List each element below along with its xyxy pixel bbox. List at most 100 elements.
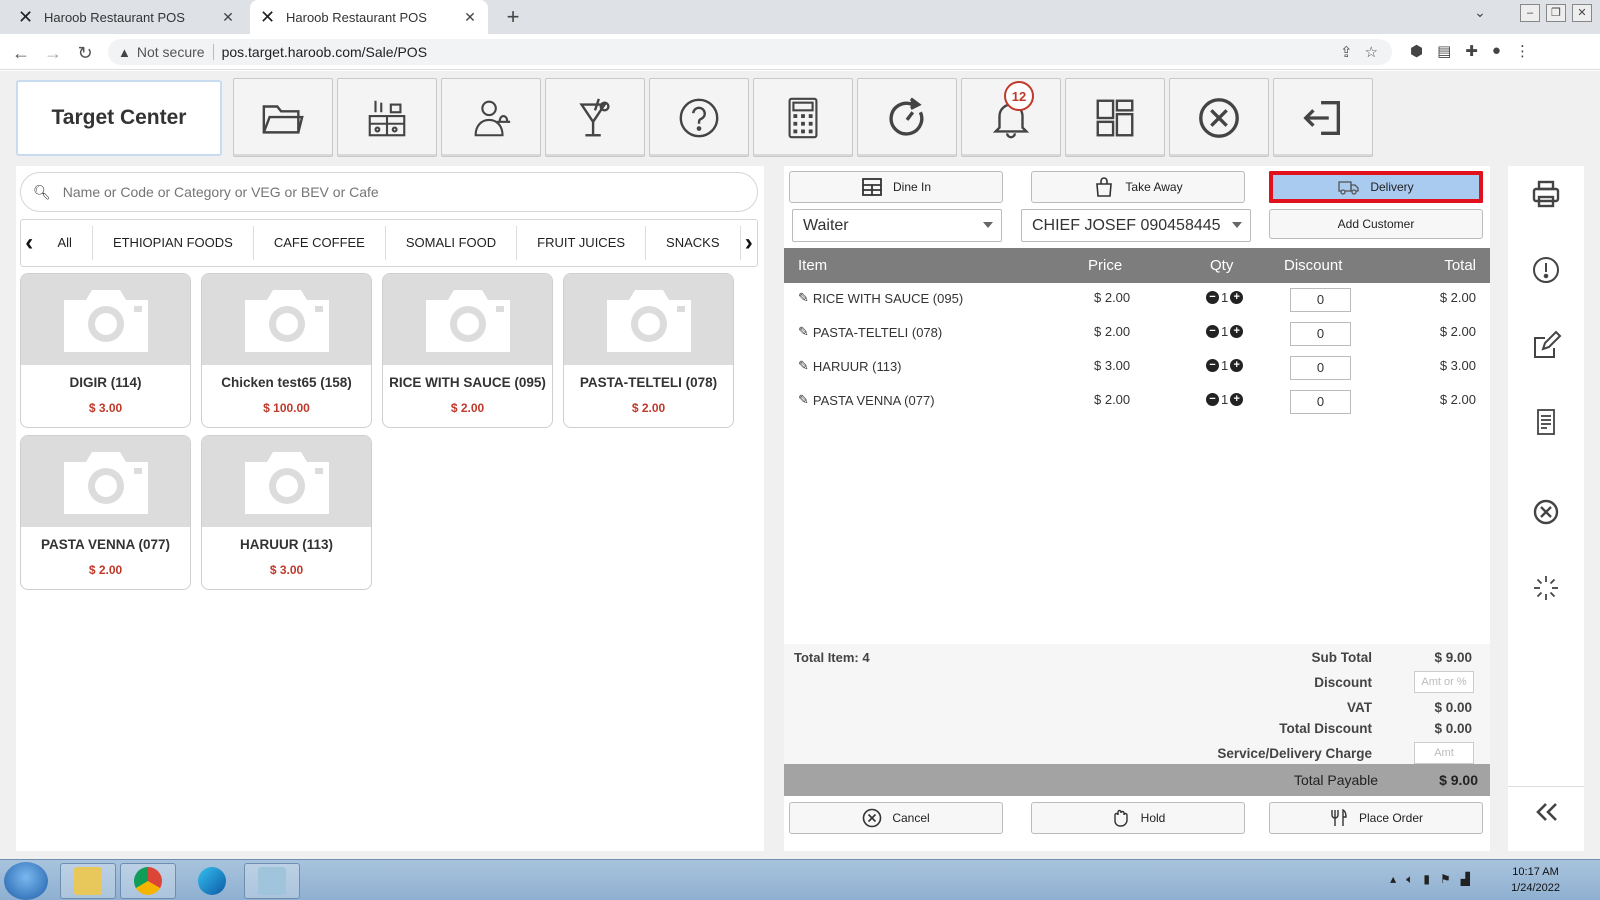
calculator-button[interactable]	[753, 78, 853, 157]
receipt-button[interactable]	[1530, 406, 1562, 438]
waiter-select[interactable]: Waiter	[792, 209, 1002, 242]
service-charge-input[interactable]: Amt	[1414, 742, 1474, 764]
product-image-placeholder	[202, 274, 371, 365]
product-card[interactable]: PASTA VENNA (077) $ 2.00	[20, 435, 191, 590]
category-all[interactable]: All	[37, 226, 93, 260]
col-discount: Discount	[1284, 257, 1343, 274]
plus-icon[interactable]: +	[1230, 325, 1244, 338]
refresh-button[interactable]	[857, 78, 957, 157]
browser-tab-1[interactable]: ✕ Haroob Restaurant POS ✕	[8, 0, 246, 34]
battery-icon[interactable]: ▮	[1423, 872, 1430, 887]
profile-avatar-icon[interactable]: ●	[1492, 42, 1501, 60]
taskbar-explorer[interactable]	[60, 863, 116, 899]
category-ethiopian-foods[interactable]: ETHIOPIAN FOODS	[93, 226, 254, 260]
tray-up-arrow-icon[interactable]: ▴	[1390, 872, 1396, 887]
waiter-icon	[474, 100, 511, 136]
category-cafe-coffee[interactable]: CAFE COFFEE	[254, 226, 386, 260]
shield-extension-icon[interactable]: ⬢	[1410, 42, 1423, 60]
edit-button[interactable]	[1530, 330, 1562, 362]
item-price: $ 3.00	[1094, 358, 1131, 373]
close-tab-icon[interactable]: ✕	[462, 9, 478, 26]
taskbar-chrome[interactable]	[120, 863, 176, 899]
new-tab-button[interactable]: +	[500, 4, 526, 30]
pencil-icon[interactable]: ✎	[798, 324, 809, 340]
category-somali-food[interactable]: SOMALI FOOD	[386, 226, 518, 260]
place-order-button[interactable]: Place Order	[1269, 802, 1483, 834]
plus-icon[interactable]: +	[1230, 359, 1244, 372]
product-card[interactable]: Chicken test65 (158) $ 100.00	[201, 273, 372, 428]
dine-in-button[interactable]: Dine In	[789, 171, 1003, 203]
hold-button[interactable]: Hold	[1031, 802, 1245, 834]
help-button[interactable]	[649, 78, 749, 157]
minimize-icon[interactable]: –	[1520, 4, 1540, 22]
bar-button[interactable]	[545, 78, 645, 157]
pencil-icon[interactable]: ✎	[798, 392, 809, 408]
add-customer-button[interactable]: Add Customer	[1269, 209, 1483, 239]
start-button[interactable]	[4, 862, 48, 900]
minus-icon[interactable]: −	[1206, 393, 1219, 406]
search-input[interactable]	[62, 184, 723, 200]
notes-extension-icon[interactable]: ▤	[1437, 42, 1451, 60]
minus-icon[interactable]: −	[1206, 325, 1219, 338]
minus-icon[interactable]: −	[1206, 359, 1219, 372]
void-button[interactable]	[1530, 496, 1562, 528]
customer-select[interactable]: CHIEF JOSEF 090458445	[1021, 209, 1251, 242]
item-discount-input[interactable]: 0	[1290, 288, 1351, 312]
kitchen-button[interactable]	[337, 78, 437, 157]
print-button[interactable]	[1530, 178, 1562, 210]
item-discount-input[interactable]: 0	[1290, 356, 1351, 380]
delivery-button[interactable]: Delivery	[1269, 171, 1483, 203]
tab-search-icon[interactable]: ⌄	[1470, 4, 1490, 22]
open-orders-button[interactable]	[233, 78, 333, 157]
close-tab-icon[interactable]: ✕	[220, 9, 236, 26]
close-button[interactable]	[1169, 78, 1269, 157]
window-close-icon[interactable]: ✕	[1572, 4, 1592, 22]
clock[interactable]: 10:17 AM 1/24/2022	[1511, 864, 1560, 896]
category-snacks[interactable]: SNACKS	[646, 226, 741, 260]
discount-input[interactable]: Amt or %	[1414, 671, 1474, 693]
item-discount-input[interactable]: 0	[1290, 390, 1351, 414]
volume-icon[interactable]: 🔈︎	[1406, 872, 1413, 887]
waiter-button[interactable]	[441, 78, 541, 157]
chevron-left-icon[interactable]: ‹	[21, 229, 37, 257]
menu-dots-icon[interactable]: ⋮	[1515, 42, 1530, 60]
taskbar-edge[interactable]	[184, 863, 240, 899]
category-fruit-juices[interactable]: FRUIT JUICES	[517, 226, 647, 260]
browser-tab-2[interactable]: ✕ Haroob Restaurant POS ✕	[250, 0, 488, 34]
vat-line: VAT $ 0.00	[1084, 700, 1484, 720]
back-arrow-icon[interactable]: ←	[10, 42, 32, 64]
share-icon[interactable]: ⇪	[1340, 43, 1353, 61]
collapse-button[interactable]	[1530, 796, 1562, 828]
chevron-right-icon[interactable]: ›	[741, 229, 757, 257]
network-x-icon[interactable]: ⚑	[1440, 872, 1451, 887]
puzzle-extension-icon[interactable]: ✚	[1465, 42, 1478, 60]
product-card[interactable]: DIGIR (114) $ 3.00	[20, 273, 191, 428]
taskbar-app[interactable]	[244, 863, 300, 899]
plus-icon[interactable]: +	[1230, 291, 1244, 304]
alert-button[interactable]	[1530, 254, 1562, 286]
url-field[interactable]: ▲ Not secure pos.target.haroob.com/Sale/…	[108, 39, 1392, 65]
product-card[interactable]: PASTA-TELTELI (078) $ 2.00	[563, 273, 734, 428]
not-secure-label: Not secure	[137, 44, 214, 60]
notifications-button[interactable]: 12	[961, 78, 1061, 157]
product-search[interactable]: 🔍︎	[20, 172, 758, 212]
restore-icon[interactable]: ❐	[1546, 4, 1566, 22]
plus-icon[interactable]: +	[1230, 393, 1244, 406]
product-card[interactable]: RICE WITH SAUCE (095) $ 2.00	[382, 273, 553, 428]
minus-icon[interactable]: −	[1206, 291, 1219, 304]
item-discount-input[interactable]: 0	[1290, 322, 1351, 346]
dashboard-button[interactable]	[1065, 78, 1165, 157]
reload-icon[interactable]: ↻	[74, 42, 96, 64]
logout-button[interactable]	[1273, 78, 1373, 157]
take-away-button[interactable]: Take Away	[1031, 171, 1245, 203]
pencil-icon[interactable]: ✎	[798, 290, 809, 306]
product-card[interactable]: HARUUR (113) $ 3.00	[201, 435, 372, 590]
forward-arrow-icon[interactable]: →	[42, 42, 64, 64]
signal-icon[interactable]: ▟	[1461, 872, 1470, 887]
col-qty: Qty	[1210, 257, 1234, 274]
url-text[interactable]: pos.target.haroob.com/Sale/POS	[222, 44, 427, 60]
bookmark-star-icon[interactable]: ☆	[1365, 43, 1378, 61]
cancel-button[interactable]: Cancel	[789, 802, 1003, 834]
camera-icon	[606, 289, 691, 352]
pencil-icon[interactable]: ✎	[798, 358, 809, 374]
